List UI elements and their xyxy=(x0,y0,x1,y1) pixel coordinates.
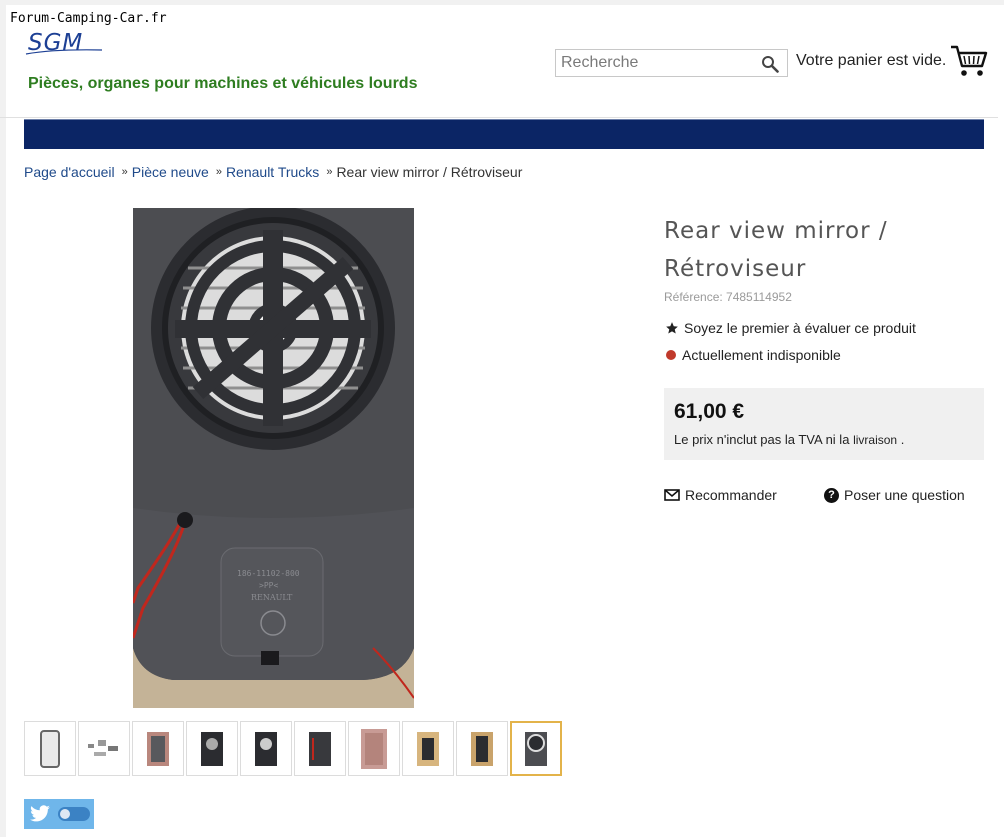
thumbnail-6[interactable] xyxy=(294,721,346,776)
image-marking-3: RENAULT xyxy=(251,593,293,602)
thumbnail-7[interactable] xyxy=(348,721,400,776)
breadcrumb-new-parts[interactable]: Pièce neuve xyxy=(132,164,209,180)
thumbnail-3[interactable] xyxy=(132,721,184,776)
site-tagline: Pièces, organes pour machines et véhicul… xyxy=(28,75,418,92)
image-marking-1: 186-11102-800 xyxy=(237,569,300,578)
image-marking-2: >PP< xyxy=(259,581,278,590)
question-icon: ? xyxy=(824,487,839,503)
product-reference: Référence: 7485114952 xyxy=(664,290,792,304)
double-chevron-icon: » xyxy=(326,166,332,178)
product-main-image[interactable]: 186-11102-800 >PP< RENAULT xyxy=(133,208,414,708)
toggle-knob xyxy=(60,809,70,819)
thumbnail-10-selected[interactable] xyxy=(510,721,562,776)
thumbnail-9[interactable] xyxy=(456,721,508,776)
delivery-link[interactable]: livraison xyxy=(853,433,897,447)
main-nav-bar[interactable] xyxy=(24,119,984,149)
header-divider xyxy=(0,117,998,118)
rating-text: Soyez le premier à évaluer ce produit xyxy=(684,320,916,336)
breadcrumb-renault-trucks[interactable]: Renault Trucks xyxy=(226,164,319,180)
tax-note-end: . xyxy=(900,432,905,447)
recommend-label: Recommander xyxy=(685,487,777,503)
cart-status[interactable]: Votre panier est vide. xyxy=(796,52,946,70)
availability-text: Actuellement indisponible xyxy=(682,347,841,363)
logo-swoosh-icon xyxy=(25,49,103,55)
double-chevron-icon: » xyxy=(215,166,222,178)
recommend-button[interactable]: Recommander xyxy=(664,487,777,503)
rating-link[interactable]: Soyez le premier à évaluer ce produit xyxy=(665,320,916,336)
thumbnail-8[interactable] xyxy=(402,721,454,776)
tax-note-text: Le prix n'inclut pas la TVA ni la xyxy=(674,432,850,447)
thumbnail-strip xyxy=(24,721,562,776)
mirror-back-image: 186-11102-800 >PP< RENAULT xyxy=(133,208,414,708)
availability-status: Actuellement indisponible xyxy=(666,347,841,363)
unavailable-dot-icon xyxy=(666,350,676,360)
double-chevron-icon: » xyxy=(121,166,128,178)
search-input[interactable] xyxy=(556,50,751,76)
breadcrumb: Page d'accueil » Pièce neuve » Renault T… xyxy=(24,164,522,180)
twitter-icon xyxy=(30,805,50,822)
forum-banner: Forum-Camping-Car.fr xyxy=(10,11,167,26)
search-button[interactable] xyxy=(759,53,781,75)
product-price: 61,00 € xyxy=(674,400,745,423)
thumbnail-5[interactable] xyxy=(240,721,292,776)
ask-question-button[interactable]: ? Poser une question xyxy=(824,487,965,503)
breadcrumb-home[interactable]: Page d'accueil xyxy=(24,164,115,180)
social-toggle[interactable] xyxy=(58,807,90,821)
product-title: Rear view mirror / Rétroviseur xyxy=(664,218,888,282)
search-widget xyxy=(555,49,788,77)
breadcrumb-current: Rear view mirror / Rétroviseur xyxy=(336,164,523,180)
cart-icon[interactable] xyxy=(950,44,988,78)
ask-question-label: Poser une question xyxy=(844,487,965,503)
thumbnail-2[interactable] xyxy=(78,721,130,776)
price-box: 61,00 € Le prix n'inclut pas la TVA ni l… xyxy=(664,388,984,460)
twitter-share-button[interactable] xyxy=(24,799,94,829)
star-icon xyxy=(666,322,678,334)
tax-note: Le prix n'inclut pas la TVA ni la livrai… xyxy=(674,432,904,447)
thumbnail-1[interactable] xyxy=(24,721,76,776)
search-icon xyxy=(762,56,779,73)
thumbnail-4[interactable] xyxy=(186,721,238,776)
envelope-icon xyxy=(664,489,680,501)
